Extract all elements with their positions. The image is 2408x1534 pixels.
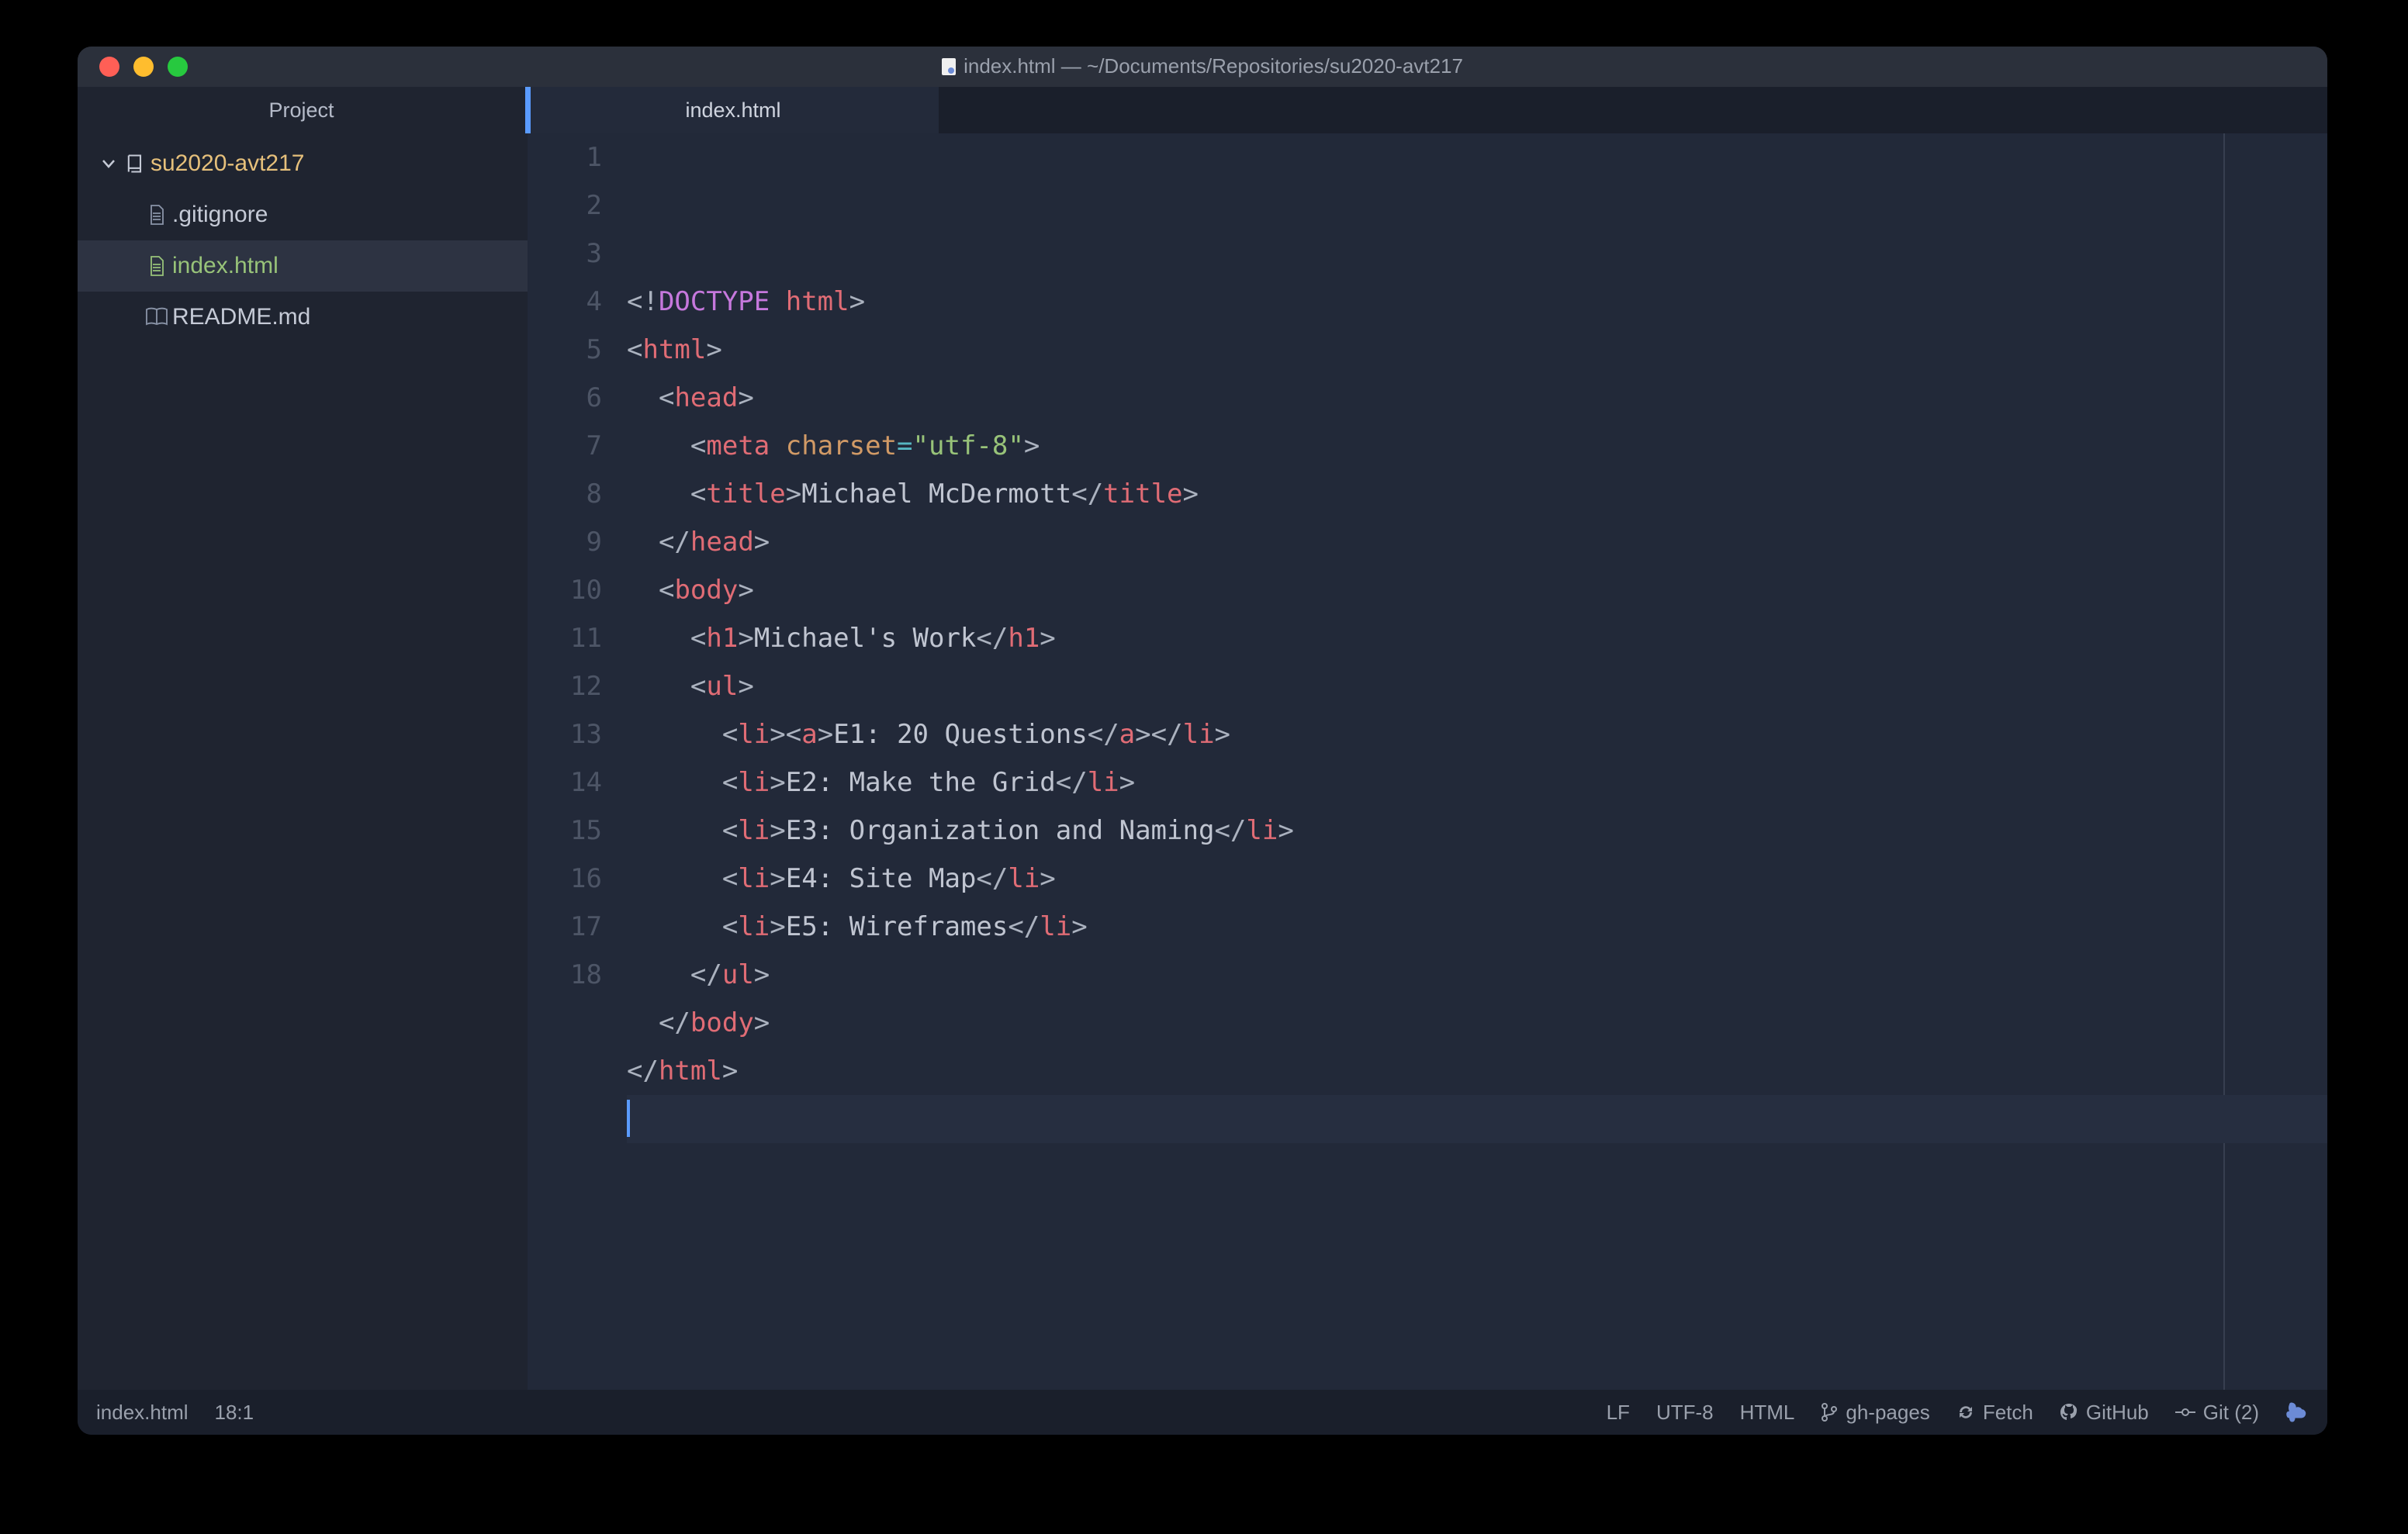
line-number: 15	[528, 807, 602, 855]
line-number-gutter: 123456789101112131415161718	[528, 133, 625, 1390]
status-git[interactable]: Git (2)	[2175, 1401, 2259, 1425]
line-number: 2	[528, 181, 602, 230]
status-cursor-position[interactable]: 18:1	[215, 1401, 254, 1425]
modified-file-icon	[942, 58, 956, 75]
line-number: 9	[528, 518, 602, 566]
maximize-window-button[interactable]	[168, 57, 188, 77]
code-line[interactable]: <h1>Michael's Work</h1>	[627, 614, 2327, 662]
status-encoding[interactable]: UTF-8	[1656, 1401, 1714, 1425]
github-icon	[2060, 1403, 2078, 1422]
branch-icon	[1821, 1402, 1838, 1422]
tree-item-label: README.md	[172, 304, 310, 330]
line-number: 3	[528, 230, 602, 278]
tree-item-label: .gitignore	[172, 202, 268, 228]
tree-item-label: index.html	[172, 253, 279, 279]
sync-icon	[1956, 1403, 1975, 1422]
tab-bar: index.html	[528, 87, 2327, 133]
code-line[interactable]: </body>	[627, 999, 2327, 1047]
code-line[interactable]: <li>E5: Wireframes</li>	[627, 903, 2327, 951]
minimize-window-button[interactable]	[133, 57, 154, 77]
code-line[interactable]: <html>	[627, 326, 2327, 374]
editor-pane: index.html 123456789101112131415161718 <…	[528, 87, 2327, 1390]
code-line[interactable]: <body>	[627, 566, 2327, 614]
tab-label: index.html	[685, 98, 780, 123]
window-title: index.html — ~/Documents/Repositories/su…	[964, 54, 1463, 78]
code-line[interactable]: <li>E2: Make the Grid</li>	[627, 758, 2327, 807]
code-line[interactable]: <!DOCTYPE html>	[627, 278, 2327, 326]
line-number: 12	[528, 662, 602, 710]
line-number: 7	[528, 422, 602, 470]
app-window: index.html — ~/Documents/Repositories/su…	[78, 47, 2327, 1435]
status-fetch[interactable]: Fetch	[1956, 1401, 2033, 1425]
code-line[interactable]: </head>	[627, 518, 2327, 566]
git-commit-icon	[2175, 1404, 2195, 1420]
window-controls	[78, 57, 188, 77]
code-line[interactable]	[627, 1095, 2327, 1143]
code-line[interactable]: <li>E3: Organization and Naming</li>	[627, 807, 2327, 855]
sidebar-tab-label: Project	[268, 98, 334, 123]
text-cursor	[627, 1100, 630, 1137]
line-number: 17	[528, 903, 602, 951]
close-window-button[interactable]	[99, 57, 119, 77]
file-tree: su2020-avt217 .gitignore index.html	[78, 133, 528, 343]
status-github-label: GitHub	[2086, 1401, 2149, 1425]
code-line[interactable]: <li><a>E1: 20 Questions</a></li>	[627, 710, 2327, 758]
status-line-ending[interactable]: LF	[1607, 1401, 1630, 1425]
book-icon	[141, 307, 172, 327]
line-number: 11	[528, 614, 602, 662]
line-number: 14	[528, 758, 602, 807]
code-line[interactable]: <li>E4: Site Map</li>	[627, 855, 2327, 903]
line-number: 16	[528, 855, 602, 903]
repo-icon	[119, 153, 150, 174]
file-icon	[141, 255, 172, 277]
status-branch-label: gh-pages	[1846, 1401, 1929, 1425]
code-line[interactable]: <meta charset="utf-8">	[627, 422, 2327, 470]
line-number: 8	[528, 470, 602, 518]
code-line[interactable]: </html>	[627, 1047, 2327, 1095]
sidebar: Project su2020-avt217	[78, 87, 528, 1390]
status-branch[interactable]: gh-pages	[1821, 1401, 1929, 1425]
titlebar: index.html — ~/Documents/Repositories/su…	[78, 47, 2327, 87]
code-line[interactable]: <title>Michael McDermott</title>	[627, 470, 2327, 518]
tree-root-folder[interactable]: su2020-avt217	[78, 138, 528, 189]
status-grammar[interactable]: HTML	[1740, 1401, 1795, 1425]
line-number: 10	[528, 566, 602, 614]
line-number: 6	[528, 374, 602, 422]
tab-index-html[interactable]: index.html	[528, 87, 939, 133]
tree-file-index-html[interactable]: index.html	[78, 240, 528, 292]
line-number: 18	[528, 951, 602, 999]
squirrel-icon[interactable]	[2285, 1401, 2309, 1424]
status-github[interactable]: GitHub	[2060, 1401, 2149, 1425]
code-area[interactable]: <!DOCTYPE html><html> <head> <meta chars…	[625, 133, 2327, 1390]
line-number: 1	[528, 133, 602, 181]
code-editor[interactable]: 123456789101112131415161718 <!DOCTYPE ht…	[528, 133, 2327, 1390]
tree-file-readme[interactable]: README.md	[78, 292, 528, 343]
line-number: 5	[528, 326, 602, 374]
line-number: 13	[528, 710, 602, 758]
file-icon	[141, 204, 172, 226]
code-line[interactable]: <head>	[627, 374, 2327, 422]
status-fetch-label: Fetch	[1983, 1401, 2033, 1425]
code-line[interactable]: <ul>	[627, 662, 2327, 710]
status-git-label: Git (2)	[2203, 1401, 2259, 1425]
line-number: 4	[528, 278, 602, 326]
tree-root-label: su2020-avt217	[150, 150, 305, 177]
sidebar-tab-project[interactable]: Project	[78, 87, 528, 133]
status-bar: index.html 18:1 LF UTF-8 HTML gh-pages F…	[78, 1390, 2327, 1435]
status-file-path[interactable]: index.html	[96, 1401, 189, 1425]
code-line[interactable]: </ul>	[627, 951, 2327, 999]
tree-file-gitignore[interactable]: .gitignore	[78, 189, 528, 240]
chevron-down-icon[interactable]	[98, 156, 119, 171]
